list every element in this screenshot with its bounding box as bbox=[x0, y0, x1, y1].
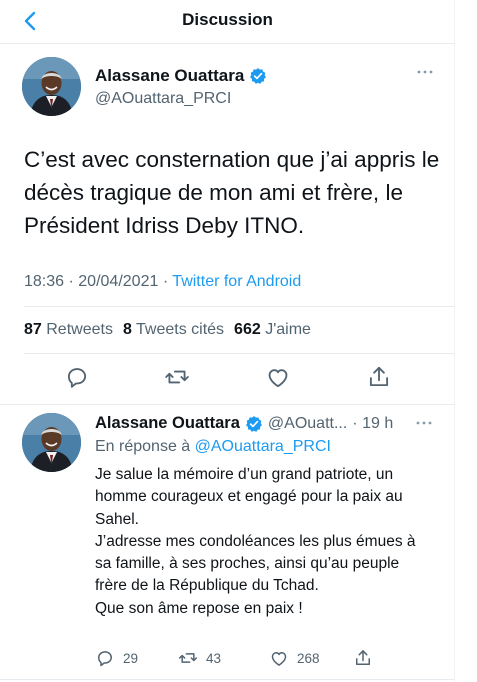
tweet-meta: 18:36 · 20/04/2021 · Twitter for Android bbox=[24, 273, 301, 291]
share-icon bbox=[356, 650, 370, 665]
reply-replies-button[interactable]: 29 bbox=[95, 648, 138, 668]
reply-author-handle[interactable]: @AOuatt... bbox=[268, 415, 347, 433]
reply-paragraph: Que son âme repose en paix ! bbox=[95, 599, 303, 617]
reply-author-name[interactable]: Alassane Ouattara bbox=[95, 414, 240, 433]
divider bbox=[0, 404, 455, 405]
likes-label: J'aime bbox=[265, 321, 311, 338]
reply-retweet-button[interactable]: 43 bbox=[178, 648, 221, 668]
likes-count: 662 bbox=[234, 321, 261, 338]
retweet-icon bbox=[178, 653, 198, 663]
verified-badge-icon bbox=[250, 68, 267, 84]
reply-paragraph: J’adresse mes condoléances les plus émue… bbox=[95, 532, 416, 595]
retweets-stat[interactable]: 87 Retweets bbox=[24, 321, 113, 339]
tweet-text: C’est avec consternation que j’ai appris… bbox=[24, 147, 440, 238]
reply-author-avatar[interactable] bbox=[22, 413, 81, 472]
retweets-count: 87 bbox=[24, 321, 42, 338]
tweet-date[interactable]: 20/04/2021 bbox=[78, 273, 158, 290]
reply-tweet-text: Je salue la mémoire d’un grand patriote,… bbox=[95, 464, 435, 620]
meta-separator: · bbox=[162, 273, 169, 290]
reply-icon[interactable] bbox=[64, 364, 90, 390]
quotes-stat[interactable]: 8 Tweets cités bbox=[123, 321, 224, 339]
share-icon[interactable] bbox=[366, 364, 392, 390]
quotes-label: Tweets cités bbox=[136, 321, 225, 338]
tweet-source-link[interactable]: Twitter for Android bbox=[172, 273, 301, 290]
top-bar: Discussion bbox=[0, 0, 455, 44]
likes-count: 268 bbox=[297, 650, 320, 666]
reply-prefix: En réponse à bbox=[95, 438, 191, 455]
reply-mention-link[interactable]: @AOuattara_PRCI bbox=[195, 438, 331, 455]
like-icon bbox=[271, 652, 287, 666]
divider bbox=[24, 306, 455, 307]
like-icon[interactable] bbox=[265, 364, 291, 390]
tweet-time[interactable]: 18:36 bbox=[24, 273, 64, 290]
reply-context: En réponse à @AOuattara_PRCI bbox=[95, 438, 331, 456]
retweet-icon[interactable] bbox=[164, 364, 190, 390]
reply-like-button[interactable]: 268 bbox=[269, 648, 320, 668]
reply-author-row: Alassane Ouattara @AOuatt... · 19 h bbox=[95, 414, 393, 433]
retweets-label: Retweets bbox=[46, 321, 113, 338]
author-avatar[interactable] bbox=[22, 57, 81, 116]
retweets-count: 43 bbox=[206, 650, 222, 666]
replies-count: 29 bbox=[123, 650, 139, 666]
author-name[interactable]: Alassane Ouattara bbox=[95, 66, 244, 86]
verified-badge-icon bbox=[245, 415, 262, 432]
tweet-stats: 87 Retweets 8 Tweets cités 662 J'aime bbox=[24, 321, 311, 339]
likes-stat[interactable]: 662 J'aime bbox=[234, 321, 311, 339]
author-name-row: Alassane Ouattara bbox=[95, 66, 267, 86]
reply-action-bar: 29 43 268 bbox=[95, 648, 435, 670]
reply-paragraph: Je salue la mémoire d’un grand patriote,… bbox=[95, 466, 403, 528]
divider bbox=[0, 679, 455, 680]
more-options-icon[interactable] bbox=[414, 64, 436, 80]
conversation-view: Discussion Alassane Ouattara @AOuattara_… bbox=[0, 0, 455, 682]
quotes-count: 8 bbox=[122, 321, 132, 338]
page-title: Discussion bbox=[182, 10, 273, 29]
reply-icon bbox=[98, 651, 112, 667]
meta-separator: · bbox=[68, 273, 74, 290]
more-options-icon[interactable] bbox=[413, 415, 435, 431]
tweet-action-bar bbox=[0, 364, 455, 394]
author-handle[interactable]: @AOuattara_PRCI bbox=[95, 90, 231, 108]
reply-share-button[interactable] bbox=[353, 648, 373, 668]
divider bbox=[24, 353, 455, 354]
reply-age[interactable]: · 19 h bbox=[352, 415, 393, 433]
